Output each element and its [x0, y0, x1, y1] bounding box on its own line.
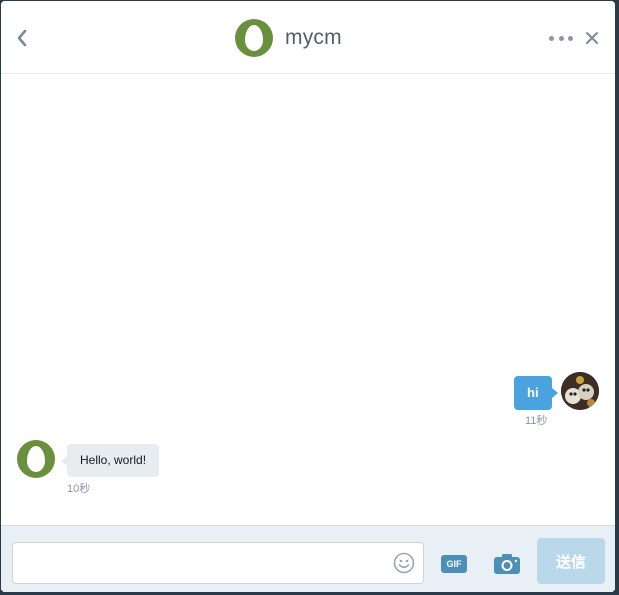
more-dot: [558, 35, 564, 41]
message-composer: GIF 送信: [1, 525, 615, 592]
incoming-message-bubble: Hello, world!: [60, 444, 160, 477]
smiley-icon: [393, 552, 415, 574]
send-button[interactable]: 送信: [537, 538, 605, 584]
add-photo-button[interactable]: [493, 553, 521, 575]
dm-dialog: mycm hi 11秒 Hello, world! 10秒 GIF 送信: [1, 1, 615, 592]
camera-icon: [494, 554, 520, 574]
avatar: [235, 19, 273, 57]
message-timestamp: 10秒: [67, 483, 91, 495]
outgoing-message-bubble: hi: [514, 376, 558, 410]
avatar[interactable]: [561, 372, 599, 410]
chevron-left-icon: [17, 29, 27, 47]
message-input-box: [12, 542, 424, 584]
send-label: 送信: [555, 553, 586, 571]
user-photo-icon: [561, 372, 599, 410]
more-dot: [568, 35, 573, 41]
more-horizontal-icon: [549, 35, 554, 41]
gif-label: GIF: [446, 559, 462, 569]
close-icon: [586, 32, 598, 44]
gif-button[interactable]: GIF: [441, 555, 467, 573]
more-options-button[interactable]: [549, 29, 573, 47]
conversation-title: mycm: [235, 19, 342, 57]
conversation-header: mycm: [1, 1, 615, 74]
avatar[interactable]: [17, 440, 55, 478]
emoji-button[interactable]: [393, 552, 415, 574]
close-button[interactable]: [582, 28, 602, 48]
message-list[interactable]: hi 11秒 Hello, world! 10秒: [1, 74, 615, 525]
page-title: mycm: [285, 26, 342, 49]
message-timestamp: 11秒: [525, 415, 548, 427]
message-input[interactable]: [21, 551, 385, 575]
egg-icon: [27, 446, 45, 472]
egg-icon: [245, 25, 263, 51]
back-button[interactable]: [11, 25, 33, 51]
